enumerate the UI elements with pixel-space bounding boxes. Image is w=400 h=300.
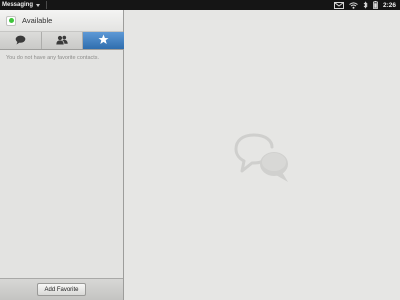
system-tray[interactable]: 2:26 — [333, 0, 396, 10]
app-menu[interactable]: Messaging — [2, 0, 48, 10]
people-icon — [56, 32, 68, 50]
add-favorite-button[interactable]: Add Favorite — [37, 283, 86, 296]
tab-bar — [0, 32, 125, 50]
sidebar: Available You do not have any favorite c… — [0, 10, 125, 300]
empty-favorites-message: You do not have any favorite contacts. — [6, 55, 100, 61]
wifi-icon[interactable] — [349, 1, 358, 9]
star-icon — [98, 32, 109, 50]
available-status-icon — [8, 18, 14, 23]
battery-icon[interactable] — [373, 1, 378, 9]
email-icon[interactable] — [333, 1, 344, 9]
clock[interactable]: 2:26 — [383, 2, 396, 9]
app-menu-label: Messaging — [2, 2, 34, 8]
tab-conversations[interactable] — [0, 32, 42, 49]
availability-label: Available — [22, 16, 53, 25]
sidebar-footer: Add Favorite — [0, 278, 123, 300]
divider — [46, 1, 48, 9]
tab-buddies[interactable] — [42, 32, 84, 49]
availability-indicator[interactable] — [6, 15, 16, 26]
status-bar: Messaging 2:26 — [0, 0, 400, 10]
chat-bubbles-logo-icon — [234, 129, 294, 190]
chat-bubble-icon — [15, 32, 26, 50]
tab-favorites[interactable] — [83, 32, 125, 50]
conversation-pane — [125, 10, 400, 300]
bluetooth-icon[interactable] — [363, 1, 368, 9]
availability-header[interactable]: Available — [0, 10, 123, 32]
chevron-down-icon — [36, 3, 41, 7]
